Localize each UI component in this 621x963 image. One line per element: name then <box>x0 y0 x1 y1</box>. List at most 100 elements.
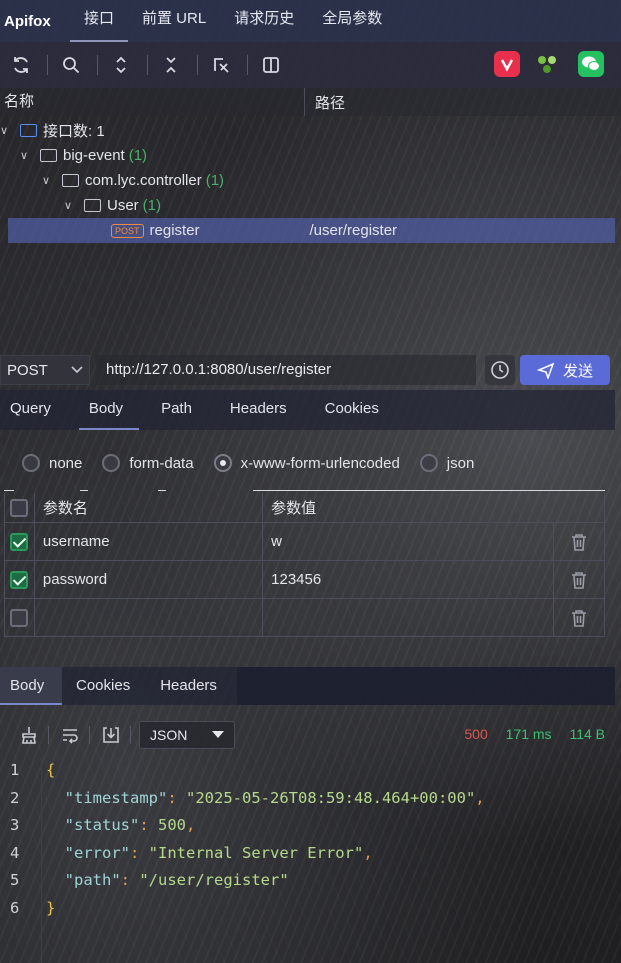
response-toolbar: JSON 500 171 ms 114 B <box>0 720 621 750</box>
locate-icon[interactable] <box>206 50 236 80</box>
param-value-input[interactable]: 123456 <box>263 561 555 598</box>
response-time: 171 ms <box>505 726 552 742</box>
param-value-input[interactable]: w <box>263 523 555 560</box>
chevron-down-icon[interactable]: ∨ <box>20 149 34 162</box>
tree-class-label: User <box>107 197 139 214</box>
toolbar-divider <box>147 55 148 75</box>
code-line: "status": 500, <box>64 816 196 834</box>
param-row-empty <box>4 599 605 637</box>
tree-endpoint-register[interactable]: POST register /user/register <box>8 218 615 243</box>
select-all-checkbox[interactable] <box>10 498 29 517</box>
chevron-down-icon[interactable]: ∨ <box>64 199 78 212</box>
project-folder-icon <box>40 149 57 162</box>
tab-path[interactable]: Path <box>151 390 208 430</box>
wechat-icon[interactable] <box>578 51 604 77</box>
radio-circle[interactable] <box>22 454 40 472</box>
tab-query[interactable]: Query <box>0 390 67 430</box>
tree-package[interactable]: ∨ com.lyc.controller (1) <box>42 168 224 193</box>
url-input[interactable]: http://127.0.0.1:8080/user/register <box>96 355 476 385</box>
package-folder-icon <box>62 174 79 187</box>
download-icon[interactable] <box>98 722 124 748</box>
trash-icon[interactable] <box>554 523 604 560</box>
response-size: 114 B <box>569 726 605 742</box>
line-gutter: 1 2 3 4 5 6 <box>0 757 42 963</box>
chevron-down-icon[interactable]: ∨ <box>42 174 56 187</box>
radio-circle[interactable] <box>419 454 438 472</box>
radio-json-label: json <box>446 454 475 472</box>
tree-package-label: com.lyc.controller <box>85 172 202 189</box>
plugin-icon[interactable] <box>534 51 560 77</box>
radio-none-label: none <box>49 454 83 472</box>
wrap-icon[interactable] <box>57 722 83 748</box>
apifox-logo-icon[interactable] <box>494 51 520 77</box>
method-value: POST <box>7 361 48 379</box>
tree-root-label: 接口数: 1 <box>43 123 105 140</box>
tab-request-history[interactable]: 请求历史 <box>220 0 308 42</box>
radio-circle-selected[interactable] <box>213 454 232 472</box>
radio-json[interactable]: json <box>419 454 475 472</box>
tree-toolbar <box>0 42 621 88</box>
param-name-input[interactable] <box>35 599 264 636</box>
tree-class-count: (1) <box>142 197 162 214</box>
split-icon[interactable] <box>256 50 286 80</box>
toolbar-divider <box>97 55 98 75</box>
param-name-input[interactable]: username <box>35 523 264 560</box>
param-checkbox[interactable] <box>10 532 29 551</box>
tab-global-params[interactable]: 全局参数 <box>308 0 396 42</box>
send-button[interactable]: 发送 <box>520 355 610 385</box>
code-line: "timestamp": "2025-05-26T08:59:48.464+00… <box>64 789 485 807</box>
tab-body[interactable]: Body <box>78 390 140 430</box>
search-icon[interactable] <box>56 50 86 80</box>
request-bar: POST http://127.0.0.1:8080/user/register… <box>0 352 621 388</box>
tab-cookies[interactable]: Cookies <box>315 390 395 430</box>
radio-none[interactable]: none <box>22 454 82 472</box>
clean-icon[interactable] <box>16 722 42 748</box>
col-name-header[interactable]: 名称 <box>0 88 305 116</box>
collapse-icon[interactable] <box>156 50 186 80</box>
response-code-view[interactable]: 1 2 3 4 5 6 { "timestamp": "2025-05-26T0… <box>0 757 621 963</box>
body-type-radios: none form-data x-www-form-urlencoded jso… <box>0 448 621 478</box>
radio-form-data[interactable]: form-data <box>102 454 194 472</box>
api-tree: ∨ 接口数: 1 ∨ big-event (1) ∨ com.lyc.contr… <box>0 117 621 245</box>
refresh-icon[interactable] <box>6 50 36 80</box>
trash-icon[interactable] <box>554 561 604 598</box>
status-code: 500 <box>464 726 488 742</box>
tab-interfaces[interactable]: 接口 <box>70 0 129 42</box>
send-icon <box>536 362 555 379</box>
radio-x-www-form-urlencoded[interactable]: x-www-form-urlencoded <box>213 454 400 472</box>
trash-icon[interactable] <box>554 599 604 636</box>
line-number: 6 <box>10 899 20 917</box>
params-header-row: 参数名 参数值 <box>4 493 605 523</box>
param-checkbox[interactable] <box>10 608 29 627</box>
method-select[interactable]: POST <box>0 355 90 385</box>
tab-response-body[interactable]: Body <box>0 667 62 705</box>
response-stats: 500 171 ms 114 B <box>464 726 605 742</box>
param-value-header: 参数值 <box>271 500 317 517</box>
param-value-input[interactable] <box>263 599 555 636</box>
tab-headers[interactable]: Headers <box>220 390 303 430</box>
expand-icon[interactable] <box>106 50 136 80</box>
col-path-header[interactable]: 路径 <box>305 92 345 113</box>
param-checkbox[interactable] <box>10 570 29 589</box>
divider <box>0 490 621 491</box>
tab-prefix-url[interactable]: 前置 URL <box>128 0 220 42</box>
chevron-down-icon[interactable]: ∨ <box>0 124 14 137</box>
radio-circle[interactable] <box>102 454 121 472</box>
param-name-input[interactable]: password <box>35 561 264 598</box>
tab-response-headers[interactable]: Headers <box>150 667 233 705</box>
tree-class[interactable]: ∨ User (1) <box>64 193 161 218</box>
clock-icon[interactable] <box>485 355 515 385</box>
tree-project[interactable]: ∨ big-event (1) <box>20 143 147 168</box>
request-tabs: Query Body Path Headers Cookies <box>0 390 615 430</box>
radio-form-data-label: form-data <box>129 454 194 472</box>
tree-root[interactable]: ∨ 接口数: 1 <box>0 118 105 143</box>
format-value: JSON <box>150 727 188 743</box>
chevron-down-icon <box>71 366 83 374</box>
toolbar-divider <box>47 55 48 75</box>
tree-project-count: (1) <box>128 147 148 164</box>
tree-endpoint-label: register <box>149 222 200 239</box>
format-select[interactable]: JSON <box>139 721 235 749</box>
tab-response-cookies[interactable]: Cookies <box>66 667 146 705</box>
line-number: 1 <box>10 761 20 779</box>
caret-down-icon <box>212 731 224 738</box>
